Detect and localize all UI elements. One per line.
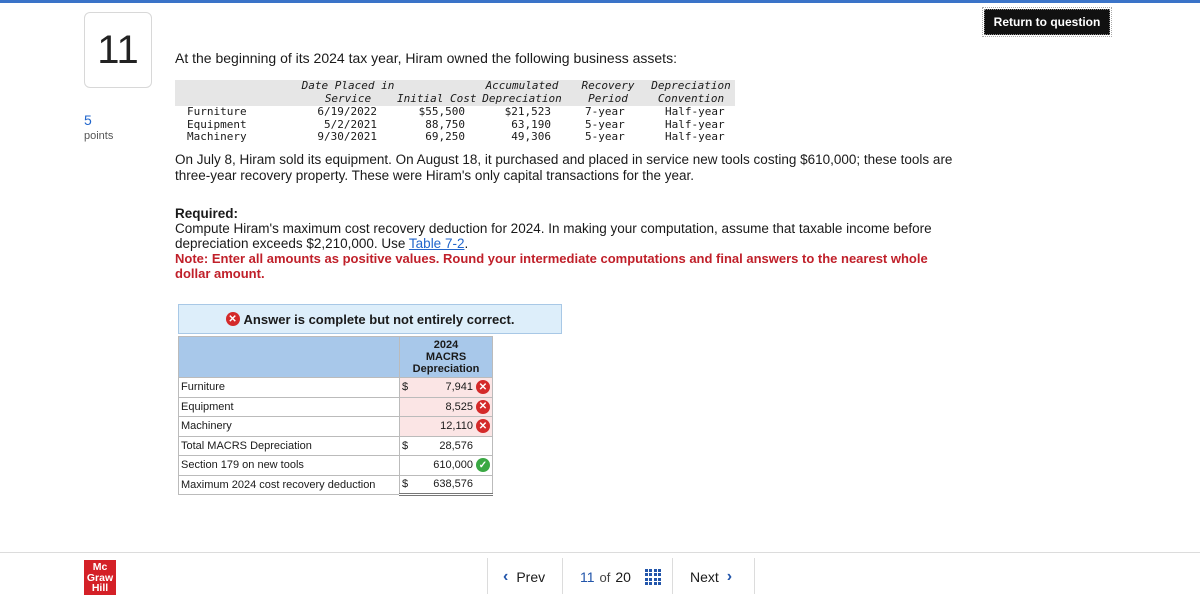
grid-icon[interactable] — [644, 568, 662, 586]
value-input[interactable]: 8,525 — [412, 401, 476, 413]
row-label: Total MACRS Depreciation — [178, 435, 400, 456]
asset-names: Furniture Equipment Machinery — [187, 105, 247, 143]
incorrect-icon: ✕ — [476, 399, 490, 414]
value-cell[interactable]: 610,000 ✓ — [399, 455, 493, 476]
pager-divider — [672, 558, 673, 594]
current-page: 11 — [580, 569, 595, 585]
asset-costs: $55,500 88,750 69,250 — [418, 105, 465, 143]
pager-divider — [754, 558, 755, 594]
page-indicator[interactable]: 11 of 20 — [580, 556, 662, 598]
problem-paragraph: On July 8, Hiram sold its equipment. On … — [175, 152, 953, 183]
row-label: Maximum 2024 cost recovery deduction — [178, 474, 400, 495]
pager-divider — [487, 558, 488, 594]
row-label: Section 179 on new tools — [178, 455, 400, 476]
prev-button[interactable]: ‹ Prev — [503, 556, 545, 598]
value-input[interactable]: 12,110 — [412, 420, 476, 432]
answer-table: 2024 MACRS Depreciation Furniture $7,941… — [178, 336, 493, 496]
row-label: Furniture — [178, 377, 400, 398]
header-convention: Depreciation Convention — [651, 79, 731, 105]
asset-periods: 7-year 5-year 5-year — [585, 105, 625, 143]
header-recovery: Recovery Period — [581, 79, 635, 105]
header-cost: Initial Cost — [397, 91, 477, 105]
next-button[interactable]: Next › — [690, 556, 732, 598]
x-circle-icon: ✕ — [225, 312, 240, 326]
value-cell: $638,576 — [399, 474, 493, 496]
points-info: 5 points — [84, 112, 113, 142]
value-input[interactable]: 7,941 — [412, 381, 476, 393]
asset-conventions: Half-year Half-year Half-year — [665, 105, 725, 143]
value-cell: $28,576 — [399, 435, 493, 456]
header-date: Date Placed in Service — [301, 79, 395, 105]
value-cell[interactable]: 8,525 ✕ — [399, 396, 493, 417]
points-value: 5 — [84, 112, 92, 128]
table-row: Maximum 2024 cost recovery deduction $63… — [178, 474, 493, 496]
chevron-left-icon: ‹ — [503, 568, 509, 585]
table-row: Total MACRS Depreciation $28,576 — [178, 435, 493, 456]
required-text: Compute Hiram's maximum cost recovery de… — [175, 221, 932, 251]
asset-table: Date Placed in Service Initial Cost Accu… — [175, 79, 735, 143]
table-row: Equipment 8,525 ✕ — [178, 396, 493, 417]
row-label: Equipment — [178, 396, 400, 417]
value-cell[interactable]: 12,110 ✕ — [399, 416, 493, 437]
header-blank — [178, 336, 400, 378]
asset-dates: 6/19/2022 5/2/2021 9/30/2021 — [317, 105, 377, 143]
top-accent-bar — [0, 0, 1200, 3]
answer-status-text: Answer is complete but not entirely corr… — [243, 311, 515, 327]
note-text: Note: Enter all amounts as positive valu… — [175, 251, 928, 281]
table-row: Furniture $7,941 ✕ — [178, 377, 493, 398]
pager-divider — [562, 558, 563, 594]
header-accum: Accumulated Depreciation — [482, 79, 562, 105]
answer-table-header: 2024 MACRS Depreciation — [178, 336, 493, 378]
return-to-question-button[interactable]: Return to question — [982, 7, 1112, 37]
required-label: Required: — [175, 206, 239, 221]
value-input[interactable]: 610,000 — [412, 459, 476, 471]
table-row: Section 179 on new tools 610,000 ✓ — [178, 455, 493, 476]
total-pages: 20 — [615, 569, 631, 585]
value-text: 28,576 — [439, 439, 473, 452]
incorrect-icon: ✕ — [476, 419, 490, 434]
row-label: Machinery — [178, 416, 400, 437]
table-7-2-link[interactable]: Table 7-2 — [409, 236, 465, 251]
incorrect-icon: ✕ — [476, 380, 490, 395]
header-macrs: 2024 MACRS Depreciation — [399, 336, 493, 378]
question-number: 11 — [84, 12, 152, 88]
points-label: points — [84, 130, 114, 142]
answer-status-banner: ✕ Answer is complete but not entirely co… — [178, 304, 562, 334]
problem-content: At the beginning of its 2024 tax year, H… — [175, 50, 955, 281]
asset-accum: $21,523 63,190 49,306 — [504, 105, 551, 143]
chevron-right-icon: › — [726, 568, 733, 585]
footer-divider — [0, 552, 1200, 553]
table-row: Machinery 12,110 ✕ — [178, 416, 493, 437]
problem-intro: At the beginning of its 2024 tax year, H… — [175, 50, 677, 66]
required-section: Required: Compute Hiram's maximum cost r… — [175, 206, 955, 281]
value-text: 638,576 — [433, 478, 473, 491]
mcgraw-hill-logo: Mc Graw Hill — [84, 560, 116, 595]
value-cell[interactable]: $7,941 ✕ — [399, 377, 493, 398]
check-icon: ✓ — [476, 458, 490, 473]
